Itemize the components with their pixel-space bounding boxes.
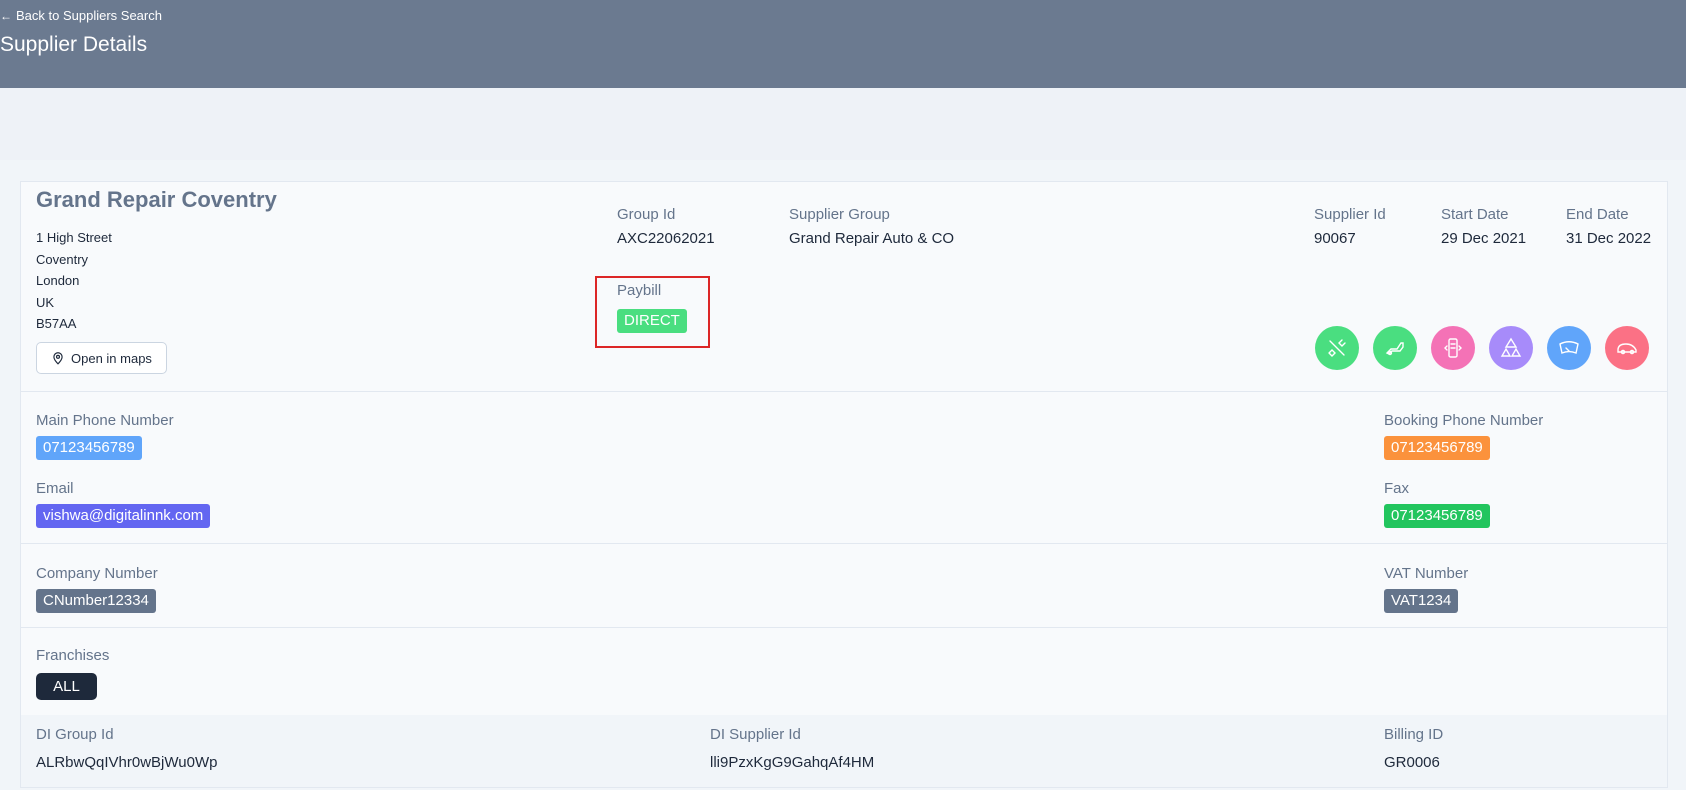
email-badge: vishwa@digitalinnk.com	[36, 504, 211, 528]
address-line: B57AA	[36, 316, 77, 331]
di-group-id-value: ALRbwQqIVhr0wBjWu0Wp	[36, 754, 218, 771]
exhaust-icon	[1385, 342, 1404, 356]
section-divider	[21, 627, 1667, 628]
booking-phone-label: Booking Phone Number	[1384, 412, 1544, 429]
vat-number-label: VAT Number	[1384, 565, 1469, 582]
di-supplier-id-label: DI Supplier Id	[710, 726, 801, 743]
header-band	[0, 88, 1686, 160]
back-to-suppliers-link[interactable]: ← Back to Suppliers Search	[0, 8, 162, 23]
fax-badge: 07123456789	[1384, 504, 1490, 528]
address-line: Coventry	[36, 251, 89, 267]
di-ids-section: DI Group Id ALRbwQqIVhr0wBjWu0Wp DI Supp…	[21, 715, 1667, 787]
group-id-value: AXC22062021	[617, 230, 715, 247]
main-phone-field: 07123456789	[36, 436, 142, 460]
paybill-label: Paybill	[617, 282, 662, 299]
supplier-group-value: Grand Repair Auto & CO	[789, 230, 955, 247]
email-field: vishwa@digitalinnk.com	[36, 504, 211, 528]
windscreen-service-button[interactable]	[1547, 326, 1591, 370]
exhaust-service-button[interactable]	[1373, 326, 1417, 370]
windscreen-icon	[1559, 341, 1579, 354]
main-phone-badge: 07123456789	[36, 436, 142, 460]
booking-phone-badge: 07123456789	[1384, 436, 1490, 460]
email-label: Email	[36, 480, 74, 497]
supplier-address: 1 High Street Coventry London UK B57AA	[36, 227, 112, 335]
address-line: London	[36, 273, 80, 288]
main-phone-label: Main Phone Number	[36, 412, 174, 429]
tyres-icon	[1500, 337, 1522, 357]
billing-id-label: Billing ID	[1384, 726, 1444, 743]
map-pin-icon	[53, 352, 63, 365]
open-in-maps-button[interactable]: Open in maps	[36, 342, 167, 374]
di-group-id-label: DI Group Id	[36, 726, 114, 743]
supplier-id-label: Supplier Id	[1314, 206, 1386, 223]
vat-number-field: VAT1234	[1384, 589, 1459, 613]
phone-repair-icon	[1444, 338, 1462, 358]
fax-label: Fax	[1384, 480, 1410, 497]
billing-id-value: GR0006	[1384, 754, 1440, 771]
page-header: ← Back to Suppliers Search Supplier Deta…	[0, 0, 1686, 88]
end-date-label: End Date	[1566, 206, 1629, 223]
address-line: UK	[36, 294, 55, 310]
paybill-field: DIRECT	[617, 309, 687, 333]
group-id-label: Group Id	[617, 206, 676, 223]
page-title: Supplier Details	[0, 33, 148, 56]
end-date-value: 31 Dec 2022	[1566, 230, 1652, 247]
di-supplier-id-value: lli9PzxKgG9GahqAf4HM	[710, 754, 875, 771]
car-body-service-button[interactable]	[1605, 326, 1649, 370]
start-date-value: 29 Dec 2021	[1441, 230, 1527, 247]
booking-phone-field: 07123456789	[1384, 436, 1490, 460]
fax-field: 07123456789	[1384, 504, 1490, 528]
franchise-all-button[interactable]: ALL	[36, 673, 97, 700]
tools-service-button[interactable]	[1315, 326, 1359, 370]
section-divider	[21, 391, 1667, 392]
tools-icon	[1328, 339, 1346, 357]
address-line: 1 High Street	[36, 230, 112, 245]
open-in-maps-label: Open in maps	[71, 350, 152, 366]
arrow-left-icon: ←	[0, 8, 12, 23]
start-date-label: Start Date	[1441, 206, 1509, 223]
franchises-label: Franchises	[36, 647, 110, 664]
car-body-icon	[1617, 343, 1637, 355]
supplier-name: Grand Repair Coventry	[36, 187, 277, 212]
paybill-badge: DIRECT	[617, 309, 687, 333]
phone-repair-service-button[interactable]	[1431, 326, 1475, 370]
company-number-field: CNumber12334	[36, 589, 156, 613]
section-divider	[21, 543, 1667, 544]
back-link-label: Back to Suppliers Search	[16, 8, 162, 23]
company-number-label: Company Number	[36, 565, 158, 582]
vat-number-badge: VAT1234	[1384, 589, 1459, 613]
supplier-id-value: 90067	[1314, 230, 1356, 247]
supplier-details-card: Grand Repair Coventry 1 High Street Cove…	[20, 181, 1668, 788]
company-number-badge: CNumber12334	[36, 589, 156, 613]
tyres-service-button[interactable]	[1489, 326, 1533, 370]
supplier-group-label: Supplier Group	[789, 206, 890, 223]
